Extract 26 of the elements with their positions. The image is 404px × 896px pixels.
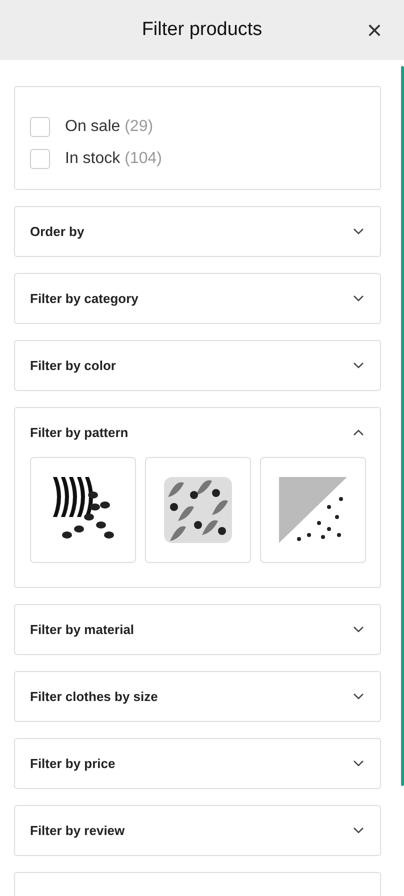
checkbox-label: In stock (104) xyxy=(65,150,162,168)
section-header[interactable]: Filter clothes by size xyxy=(15,672,380,721)
chevron-down-icon xyxy=(353,295,364,302)
chevron-down-icon xyxy=(353,362,364,369)
checkbox[interactable] xyxy=(30,117,50,137)
chevron-down-icon xyxy=(353,626,364,633)
section-header[interactable]: Filter by price xyxy=(15,739,380,788)
chevron-down-icon xyxy=(353,693,364,700)
pattern-swatch[interactable] xyxy=(30,457,136,563)
panel-title: Filter products xyxy=(142,19,262,41)
scrollbar[interactable] xyxy=(401,66,404,786)
checkbox-label: On sale (29) xyxy=(65,118,154,136)
section-header[interactable]: Filter by pattern xyxy=(15,408,380,457)
checkbox[interactable] xyxy=(30,149,50,169)
section-header[interactable]: Filter by category xyxy=(15,274,380,323)
chevron-down-icon xyxy=(353,228,364,235)
section-header[interactable]: Filter by review xyxy=(15,806,380,855)
section-header[interactable]: Filter by material xyxy=(15,605,380,654)
pattern-swatch[interactable] xyxy=(260,457,366,563)
chevron-up-icon xyxy=(353,429,364,436)
chevron-down-icon xyxy=(353,760,364,767)
section-header[interactable]: Order by xyxy=(15,207,380,256)
chevron-down-icon xyxy=(353,827,364,834)
section-header[interactable]: Filter by color xyxy=(15,341,380,390)
close-button[interactable]: × xyxy=(366,17,382,43)
pattern-swatch[interactable] xyxy=(145,457,251,563)
